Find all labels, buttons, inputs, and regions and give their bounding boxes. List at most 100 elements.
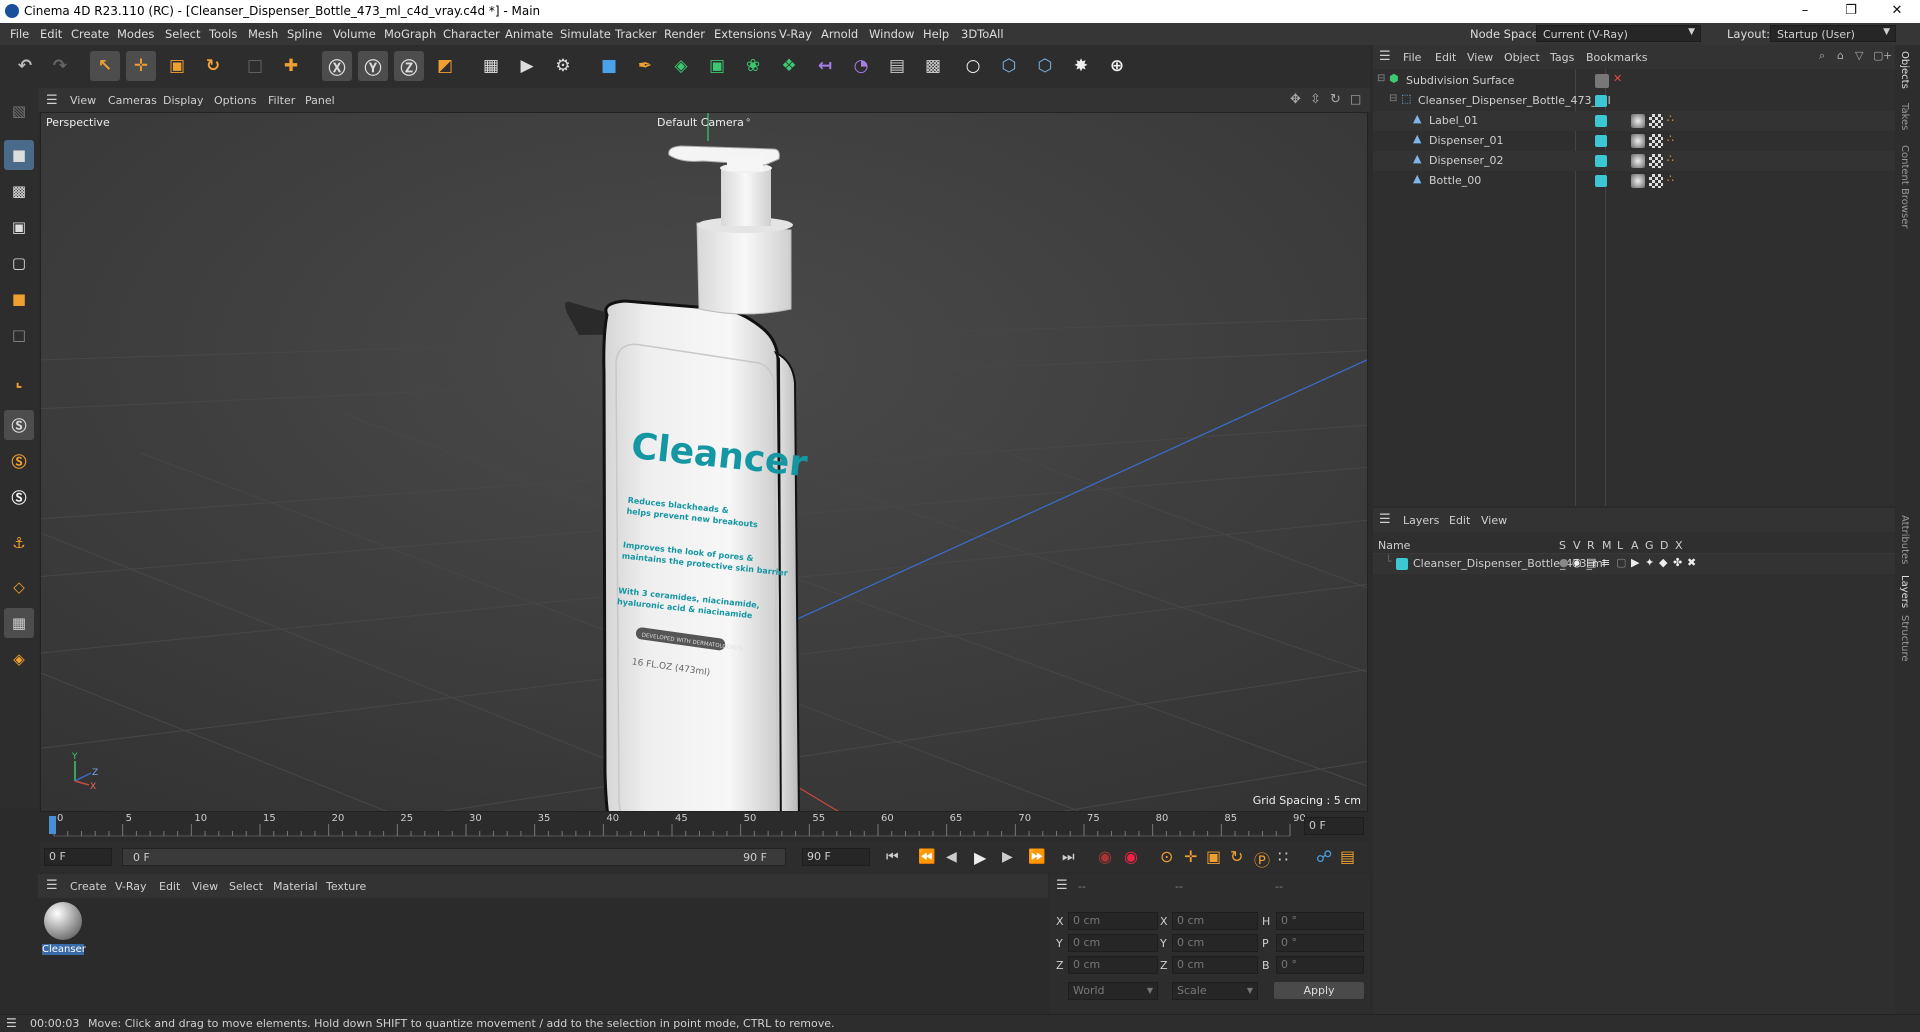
snap-settings-icon[interactable]: Ⓢ bbox=[4, 446, 34, 476]
timeline-ruler[interactable]: 0 5 10 15 20 25 30 35 40 45 50 55 60 65 70 75 80 85 90 0 F bbox=[40, 812, 1368, 840]
points-mode-icon[interactable]: ▣ bbox=[4, 212, 34, 242]
minimize-icon[interactable]: – bbox=[1782, 0, 1828, 23]
material-tag-icon[interactable] bbox=[1631, 154, 1645, 168]
viewport-menu-cameras[interactable]: Cameras bbox=[108, 94, 157, 107]
render-view-icon[interactable]: ▶ bbox=[512, 51, 542, 81]
undo-icon[interactable]: ↶ bbox=[10, 51, 40, 81]
object-row-subdivision-surface[interactable]: ⊟ ⬢ Subdivision Surface ✕ bbox=[1373, 71, 1895, 91]
menu-animate[interactable]: Animate bbox=[505, 27, 553, 41]
end-frame-field[interactable]: 90 F bbox=[802, 848, 870, 866]
material-cleanser[interactable]: Cleanser bbox=[42, 902, 86, 960]
play-icon[interactable]: ▶ bbox=[974, 848, 986, 867]
light-icon[interactable]: ○ bbox=[958, 51, 988, 81]
key-scale-icon[interactable]: ▣ bbox=[1206, 847, 1221, 866]
record-keys-icon[interactable]: ◉ bbox=[1098, 847, 1112, 866]
size-z-field[interactable]: 0 cm bbox=[1172, 956, 1258, 974]
layer-color-icon[interactable] bbox=[1595, 95, 1607, 107]
hamburger-icon[interactable]: ☰ bbox=[1379, 49, 1391, 64]
add-panel-icon[interactable]: + bbox=[1883, 49, 1892, 62]
material-menu-vray[interactable]: V-Ray bbox=[115, 880, 147, 893]
position-z-field[interactable]: 0 cm bbox=[1068, 956, 1158, 974]
viewport-menu-display[interactable]: Display bbox=[163, 94, 204, 107]
menu-spline[interactable]: Spline bbox=[287, 27, 322, 41]
recent-tool-icon[interactable]: □ bbox=[240, 51, 270, 81]
menu-character[interactable]: Character bbox=[443, 27, 500, 41]
phong-tag-icon[interactable]: ∴ bbox=[1667, 152, 1674, 165]
menu-vray[interactable]: V-Ray bbox=[779, 27, 812, 41]
go-to-start-icon[interactable]: ⏮ bbox=[886, 849, 899, 865]
snap-icon[interactable]: Ⓢ bbox=[4, 410, 34, 440]
animation-play-icon[interactable]: ▶ bbox=[1631, 556, 1639, 569]
material-tag-icon[interactable] bbox=[1631, 174, 1645, 188]
layer-menu-edit[interactable]: Edit bbox=[1449, 514, 1470, 527]
solo-icon[interactable]: ● bbox=[1559, 556, 1569, 569]
menu-3dtoall[interactable]: 3DToAll bbox=[961, 27, 1004, 41]
menu-select[interactable]: Select bbox=[165, 27, 200, 41]
hamburger-icon[interactable]: ☰ bbox=[1379, 512, 1391, 527]
pen-spline-icon[interactable]: ✒ bbox=[630, 51, 660, 81]
keyframe-selection-icon[interactable]: ⊙ bbox=[1160, 847, 1173, 866]
python-script-icon[interactable]: ⬡ bbox=[1030, 51, 1060, 81]
position-x-field[interactable]: 0 cm bbox=[1068, 912, 1158, 930]
deformer-icon[interactable]: ↤ bbox=[810, 51, 840, 81]
perspective-viewport[interactable]: Cleancer Reduces blackheads & helps prev… bbox=[40, 112, 1368, 812]
collapse-icon[interactable]: ⊟ bbox=[1389, 93, 1397, 104]
scale-mode-select[interactable]: Scale ▼ bbox=[1172, 982, 1258, 1000]
collapse-icon[interactable]: ⊟ bbox=[1377, 73, 1385, 84]
texture-mode-icon[interactable]: ▩ bbox=[4, 176, 34, 206]
generator-icon[interactable]: ✦ bbox=[1645, 556, 1654, 569]
eye-icon[interactable]: ◉ bbox=[1572, 556, 1582, 569]
uv-mode-icon[interactable]: □ bbox=[4, 320, 34, 350]
make-editable-icon[interactable]: ▧ bbox=[4, 96, 34, 126]
key-position-icon[interactable]: ✛ bbox=[1184, 847, 1197, 866]
start-frame-field[interactable]: 0 F bbox=[44, 848, 112, 866]
viewport-menu-panel[interactable]: Panel bbox=[305, 94, 335, 107]
redo-icon[interactable]: ↷ bbox=[45, 51, 75, 81]
floor-icon[interactable]: ▤ bbox=[882, 51, 912, 81]
object-menu-tags[interactable]: Tags bbox=[1550, 51, 1574, 64]
next-key-icon[interactable]: ⏩ bbox=[1028, 849, 1045, 865]
snap-quantize-icon[interactable]: Ⓢ bbox=[4, 482, 34, 512]
key-rotation-icon[interactable]: ↻ bbox=[1230, 847, 1243, 866]
object-row-cleanser-dispenser-bottle[interactable]: ⊟ ⬚ Cleanser_Dispenser_Bottle_473_ml bbox=[1373, 91, 1895, 111]
y-axis-lock-icon[interactable]: Ⓨ bbox=[358, 51, 388, 81]
hamburger-icon[interactable]: ☰ bbox=[6, 1016, 17, 1030]
phong-tag-icon[interactable]: ∴ bbox=[1667, 132, 1674, 145]
model-mode-icon[interactable]: ■ bbox=[4, 140, 34, 170]
menu-tracker[interactable]: Tracker bbox=[615, 27, 657, 41]
menu-help[interactable]: Help bbox=[923, 27, 949, 41]
material-menu-material[interactable]: Material bbox=[273, 880, 318, 893]
menu-mesh[interactable]: Mesh bbox=[248, 27, 278, 41]
viewport-menu-filter[interactable]: Filter bbox=[268, 94, 295, 107]
tab-objects[interactable]: Objects bbox=[1899, 51, 1910, 89]
menu-modes[interactable]: Modes bbox=[117, 27, 154, 41]
layer-menu-layers[interactable]: Layers bbox=[1403, 514, 1439, 527]
go-to-end-icon[interactable]: ⏭ bbox=[1062, 849, 1075, 865]
object-row-dispenser-01[interactable]: ▲ Dispenser_01 ∴ bbox=[1373, 131, 1895, 151]
pan-view-icon[interactable]: ✥ bbox=[1290, 92, 1301, 107]
layer-menu-view[interactable]: View bbox=[1481, 514, 1507, 527]
mograph-icon[interactable]: ❖ bbox=[774, 51, 804, 81]
tab-takes[interactable]: Takes bbox=[1899, 103, 1910, 130]
tab-layers[interactable]: Layers bbox=[1899, 575, 1910, 608]
apply-button[interactable]: Apply bbox=[1274, 982, 1364, 999]
layout-select[interactable]: Startup (User) ▼ bbox=[1770, 25, 1896, 42]
menu-extensions[interactable]: Extensions bbox=[714, 27, 776, 41]
axis-mode-icon[interactable]: ⌞ bbox=[4, 366, 34, 396]
object-row-dispenser-02[interactable]: ▲ Dispenser_02 ∴ bbox=[1373, 151, 1895, 171]
object-row-label-01[interactable]: ▲ Label_01 ∴ bbox=[1373, 111, 1895, 131]
vray-settings-icon[interactable]: ✸ bbox=[1066, 51, 1096, 81]
frame-range-slider[interactable]: 0 F 90 F bbox=[122, 848, 786, 866]
expression-icon[interactable]: ✤ bbox=[1673, 556, 1682, 569]
object-menu-bookmarks[interactable]: Bookmarks bbox=[1586, 51, 1647, 64]
object-menu-object[interactable]: Object bbox=[1504, 51, 1540, 64]
polygons-mode-icon[interactable]: ■ bbox=[4, 284, 34, 314]
menu-simulate[interactable]: Simulate bbox=[560, 27, 611, 41]
autokey-icon[interactable]: ◉ bbox=[1124, 847, 1138, 866]
render-settings-icon[interactable]: ⚙ bbox=[548, 51, 578, 81]
material-menu-create[interactable]: Create bbox=[70, 880, 107, 893]
tweak-mode-icon[interactable]: ⚓ bbox=[4, 528, 34, 558]
material-menu-edit[interactable]: Edit bbox=[159, 880, 180, 893]
material-tag-icon[interactable] bbox=[1631, 114, 1645, 128]
python-icon[interactable]: ⬡ bbox=[994, 51, 1024, 81]
